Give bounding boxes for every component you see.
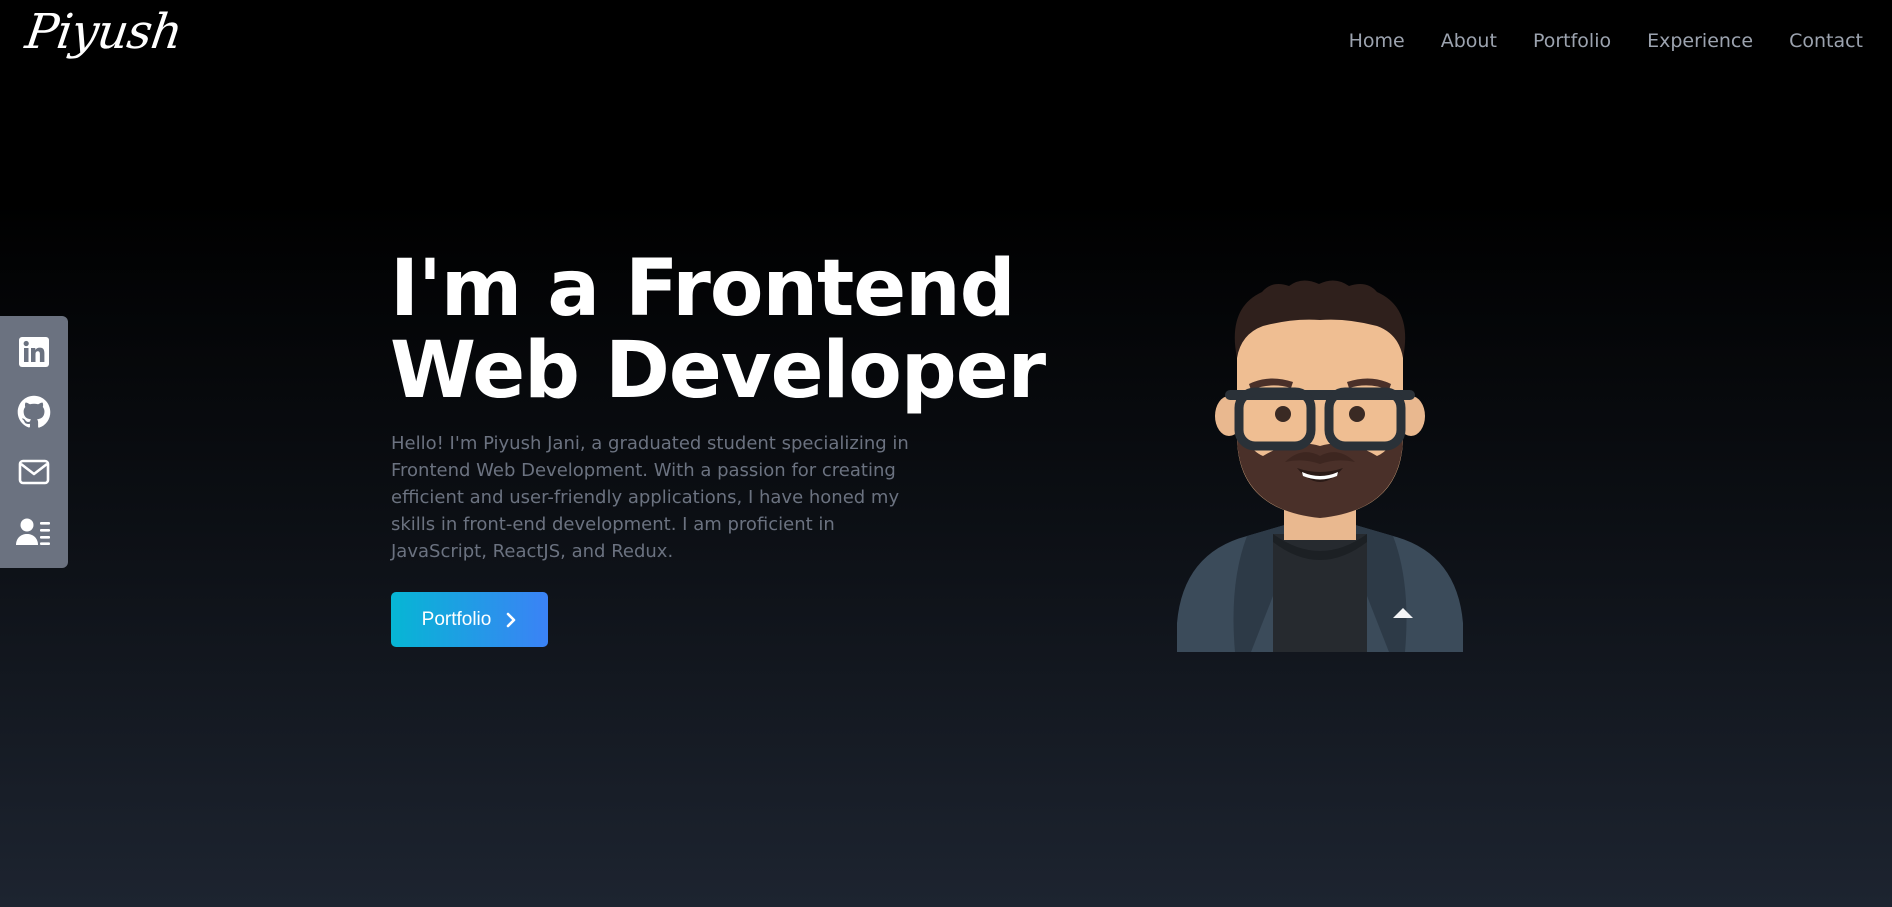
hero-title-line-2: Web Developer bbox=[390, 326, 1046, 416]
github-icon[interactable] bbox=[16, 394, 52, 430]
social-sidebar bbox=[0, 316, 68, 568]
chevron-right-icon bbox=[507, 612, 516, 627]
linkedin-icon[interactable] bbox=[16, 334, 52, 370]
nav-contact[interactable]: Contact bbox=[1789, 30, 1863, 52]
portfolio-button[interactable]: Portfolio bbox=[391, 592, 548, 647]
nav-about[interactable]: About bbox=[1441, 30, 1497, 52]
site-logo[interactable]: Piyush bbox=[22, 4, 185, 60]
developer-avatar bbox=[1177, 280, 1463, 652]
hero-description: Hello! I'm Piyush Jani, a graduated stud… bbox=[391, 433, 909, 562]
resume-icon[interactable] bbox=[16, 514, 52, 550]
nav-portfolio[interactable]: Portfolio bbox=[1533, 30, 1611, 52]
hero-title-line-1: I'm a Frontend bbox=[390, 244, 1016, 334]
nav-home[interactable]: Home bbox=[1349, 30, 1405, 52]
mail-icon[interactable] bbox=[16, 454, 52, 490]
main-nav: Home About Portfolio Experience Contact bbox=[1349, 30, 1863, 52]
hero-title: I'm a Frontend Web Developer bbox=[390, 244, 1046, 416]
portfolio-button-label: Portfolio bbox=[421, 608, 492, 630]
nav-experience[interactable]: Experience bbox=[1647, 30, 1753, 52]
